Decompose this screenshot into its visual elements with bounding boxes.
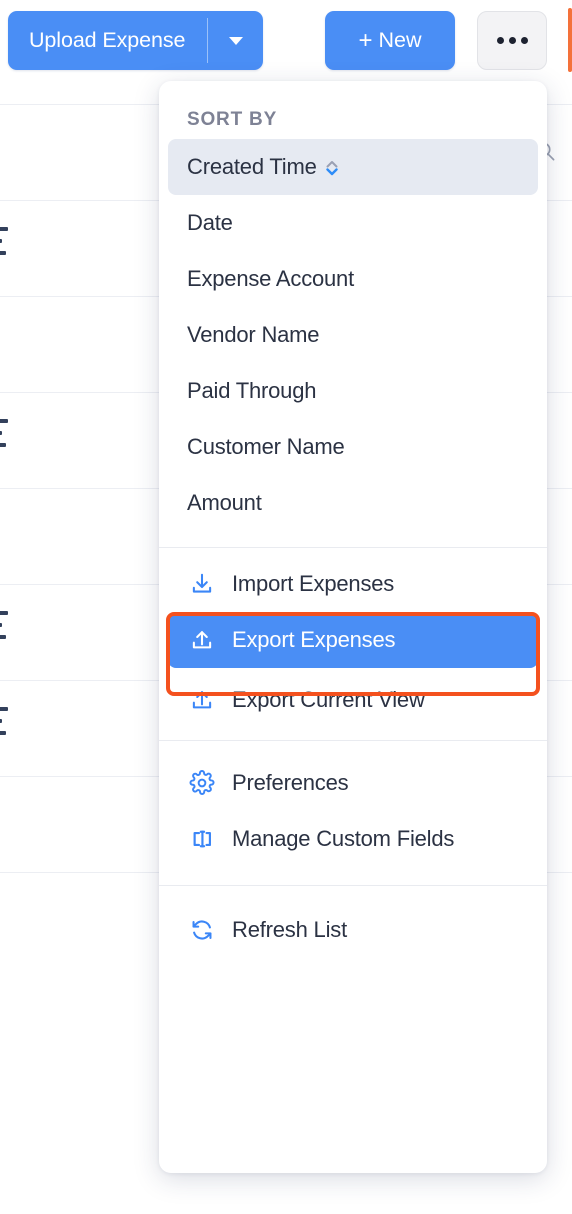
menu-item-label: Refresh List (232, 917, 347, 942)
menu-item-label: Import Expenses (232, 571, 395, 596)
custom-fields-icon (187, 824, 217, 854)
sort-item-label: Customer Name (187, 434, 345, 459)
menu-item-import-expenses[interactable]: Import Expenses (168, 556, 538, 612)
ellipsis-icon (520, 37, 528, 44)
sort-item-created-time[interactable]: Created Time (168, 139, 538, 195)
export-expenses-wrapper: Export Expenses (166, 612, 540, 696)
row-text-fragment (0, 611, 10, 647)
sort-item-expense-account[interactable]: Expense Account (168, 251, 538, 307)
sort-item-label: Date (187, 210, 233, 235)
menu-item-label: Manage Custom Fields (232, 826, 455, 851)
more-options-dropdown-menu: SORT BY Created Time Date Expense Accoun… (159, 81, 547, 1173)
new-button-label: New (378, 28, 422, 52)
upload-icon (187, 685, 217, 715)
menu-item-export-expenses[interactable]: Export Expenses (168, 612, 538, 668)
ellipsis-icon (496, 37, 504, 44)
refresh-actions-group: Refresh List (159, 886, 547, 966)
refresh-icon (187, 915, 217, 945)
row-text-fragment (0, 227, 10, 263)
download-icon (187, 569, 217, 599)
toolbar: Upload Expense + New (0, 0, 572, 82)
menu-item-label: Preferences (232, 770, 349, 795)
row-text-fragment (0, 419, 10, 455)
upload-icon (187, 625, 217, 655)
app-screen: Upload Expense + New SORT BY Created Tim… (0, 0, 572, 1214)
sort-item-label: Amount (187, 490, 262, 515)
upload-expense-button-group: Upload Expense (8, 11, 264, 70)
sort-by-list: Created Time Date Expense Account Vendor… (159, 139, 547, 531)
sort-item-date[interactable]: Date (168, 195, 538, 251)
upload-expense-label: Upload Expense (29, 28, 186, 52)
upload-expense-button[interactable]: Upload Expense (8, 11, 207, 70)
menu-item-label: Export Current View (232, 687, 425, 712)
sort-by-header: SORT BY (187, 109, 278, 130)
more-options-button[interactable] (477, 11, 547, 70)
sort-item-paid-through[interactable]: Paid Through (168, 363, 538, 419)
menu-item-export-current-view[interactable]: Export Current View (168, 672, 538, 728)
sort-updown-icon[interactable] (325, 158, 338, 178)
transfer-actions-group: Import Expenses Export Expenses Export C… (159, 548, 547, 736)
sort-item-label: Vendor Name (187, 322, 320, 347)
menu-item-label: Export Expenses (232, 627, 396, 652)
sort-item-amount[interactable]: Amount (168, 475, 538, 531)
ellipsis-icon (508, 37, 516, 44)
plus-icon: + (358, 26, 373, 54)
sort-item-label: Created Time (187, 154, 317, 179)
menu-item-refresh-list[interactable]: Refresh List (168, 902, 538, 958)
settings-actions-group: Preferences Manage Custom Fields (159, 741, 547, 875)
menu-item-preferences[interactable]: Preferences (168, 755, 538, 811)
row-text-fragment (0, 707, 10, 743)
new-button[interactable]: + New (325, 11, 455, 70)
sort-item-vendor-name[interactable]: Vendor Name (168, 307, 538, 363)
upload-expense-dropdown-button[interactable] (208, 11, 263, 70)
sort-item-label: Paid Through (187, 378, 317, 403)
sort-item-label: Expense Account (187, 266, 355, 291)
gear-icon (187, 768, 217, 798)
menu-item-manage-custom-fields[interactable]: Manage Custom Fields (168, 811, 538, 867)
chevron-down-icon (228, 36, 243, 45)
sort-item-customer-name[interactable]: Customer Name (168, 419, 538, 475)
